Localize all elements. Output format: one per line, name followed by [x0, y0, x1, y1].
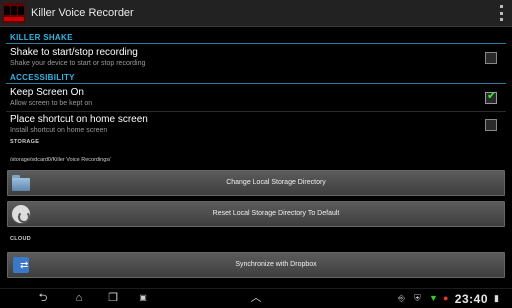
pref-shortcut-title: Place shortcut on home screen	[10, 114, 148, 125]
back-icon[interactable]: ⮌	[34, 292, 52, 304]
pref-shortcut-checkbox[interactable]	[485, 119, 497, 131]
system-nav-bar: ⮌ ⌂ ❐ ▣ ︿ ⎆ ⛨ ▼ ● 23:40 ▮	[0, 288, 512, 308]
pref-shake-summary: Shake your device to start or stop recor…	[10, 60, 146, 67]
pref-keep-screen-title: Keep Screen On	[10, 87, 84, 98]
usb-icon: ⎆	[398, 293, 406, 303]
storage-path: /storage/sdcard0/Killer Voice Recordings…	[10, 157, 111, 163]
app-title: Killer Voice Recorder	[31, 7, 134, 19]
action-bar: Killer Voice Recorder	[0, 0, 512, 27]
category-accessibility: ACCESSIBILITY	[6, 71, 506, 84]
clock: 23:40	[454, 292, 488, 306]
folder-icon	[10, 172, 32, 194]
app-icon[interactable]	[3, 3, 25, 23]
synchronize-dropbox-button[interactable]: ⇄ Synchronize with Dropbox	[7, 252, 505, 278]
pref-keep-screen-checkbox[interactable]: ✔	[485, 90, 497, 104]
overflow-menu-icon[interactable]	[496, 5, 506, 21]
reset-storage-directory-button[interactable]: Reset Local Storage Directory To Default	[7, 201, 505, 227]
pref-shortcut-summary: Install shortcut on home screen	[10, 127, 108, 134]
home-icon[interactable]: ⌂	[70, 292, 88, 304]
shield-icon: ⛨	[414, 293, 421, 303]
pref-keep-screen-summary: Allow screen to be kept on	[10, 100, 93, 107]
pref-shake-title: Shake to start/stop recording	[10, 47, 138, 58]
category-killer-shake: KILLER SHAKE	[6, 31, 506, 44]
chevron-up-icon[interactable]: ︿	[247, 292, 265, 304]
pref-shake-checkbox[interactable]	[485, 52, 497, 64]
pref-shake[interactable]: Shake to start/stop recording Shake your…	[10, 45, 505, 71]
pref-keep-screen-on[interactable]: Keep Screen On Allow screen to be kept o…	[10, 85, 505, 111]
pref-shortcut[interactable]: Place shortcut on home screen Install sh…	[10, 112, 505, 138]
battery-icon: ▮	[494, 293, 499, 303]
reset-icon	[10, 203, 32, 225]
category-storage: STORAGE	[10, 139, 40, 145]
record-icon: ●	[443, 293, 449, 303]
category-cloud: CLOUD	[10, 236, 32, 242]
checkmark-icon: ✔	[487, 90, 497, 102]
wifi-icon: ▼	[429, 293, 438, 303]
settings-list[interactable]: KILLER SHAKE Shake to start/stop recordi…	[0, 27, 512, 288]
screenshot-icon[interactable]: ▣	[134, 292, 152, 304]
change-storage-directory-button[interactable]: Change Local Storage Directory	[7, 170, 505, 196]
recent-apps-icon[interactable]: ❐	[104, 292, 122, 304]
dropbox-icon: ⇄	[10, 254, 32, 276]
